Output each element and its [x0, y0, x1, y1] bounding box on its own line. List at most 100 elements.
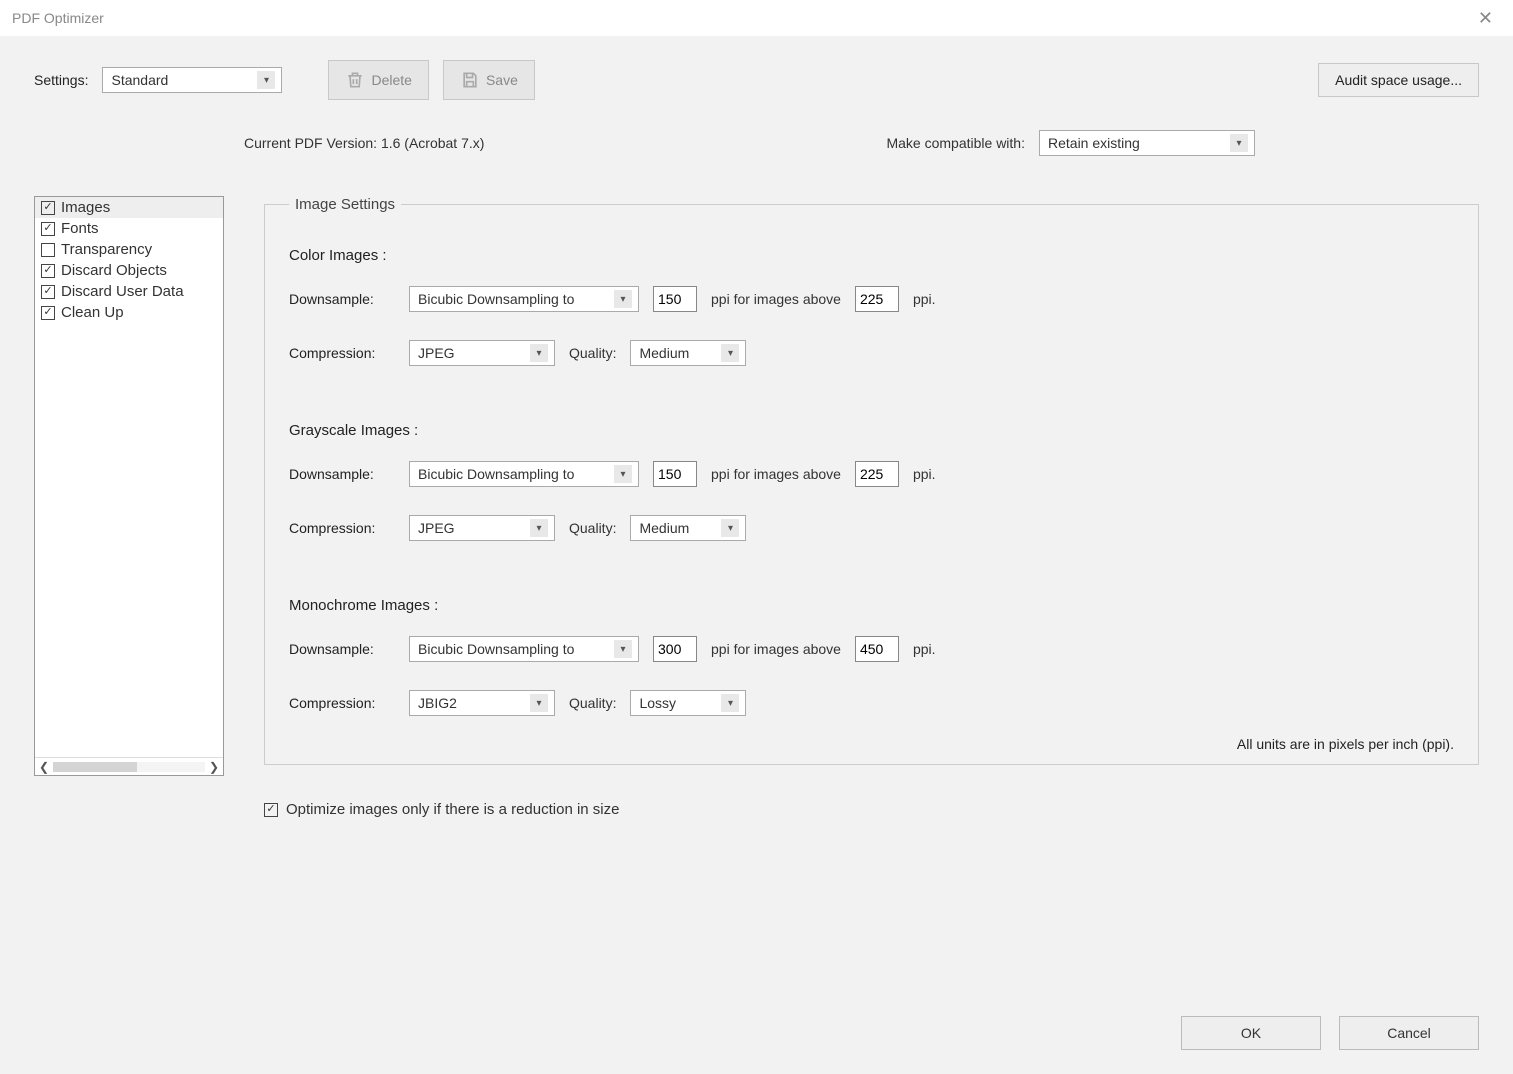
chevron-down-icon: ▾ [721, 694, 739, 712]
sidebar-item-images[interactable]: ✓ Images [35, 197, 223, 218]
version-row: Current PDF Version: 1.6 (Acrobat 7.x) M… [34, 130, 1479, 156]
ppi-unit: ppi. [913, 641, 936, 657]
cancel-button[interactable]: Cancel [1339, 1016, 1479, 1050]
mono-compression-row: Compression: JBIG2 ▾ Quality: Lossy ▾ [289, 690, 1454, 716]
downsample-label: Downsample: [289, 641, 395, 657]
close-icon[interactable]: ✕ [1470, 4, 1501, 33]
settings-row: Settings: Standard ▾ Delete Save Audit s… [34, 60, 1479, 100]
audit-label: Audit space usage... [1335, 72, 1462, 88]
chevron-down-icon: ▾ [530, 519, 548, 537]
sidebar-item-label: Clean Up [61, 304, 124, 321]
gray-ppi-input[interactable] [653, 461, 697, 487]
scroll-track[interactable] [53, 762, 205, 772]
scroll-thumb[interactable] [53, 762, 137, 772]
compat-value: Retain existing [1048, 135, 1140, 151]
settings-select[interactable]: Standard ▾ [102, 67, 282, 93]
gray-downsample-select[interactable]: Bicubic Downsampling to ▾ [409, 461, 639, 487]
mono-ppi-input[interactable] [653, 636, 697, 662]
audit-space-button[interactable]: Audit space usage... [1318, 63, 1479, 97]
sidebar-item-clean-up[interactable]: ✓ Clean Up [35, 302, 223, 323]
gray-downsample-row: Downsample: Bicubic Downsampling to ▾ pp… [289, 461, 1454, 487]
delete-label: Delete [371, 72, 411, 88]
gray-above-input[interactable] [855, 461, 899, 487]
sidebar-item-transparency[interactable]: Transparency [35, 239, 223, 260]
color-downsample-select[interactable]: Bicubic Downsampling to ▾ [409, 286, 639, 312]
above-label: ppi for images above [711, 641, 841, 657]
checkbox[interactable]: ✓ [41, 306, 55, 320]
checkbox[interactable] [41, 243, 55, 257]
optimize-checkbox[interactable]: ✓ [264, 803, 278, 817]
mono-heading: Monochrome Images : [289, 597, 1454, 614]
titlebar: PDF Optimizer ✕ [0, 0, 1513, 36]
optimize-only-if-reduction-row: ✓ Optimize images only if there is a red… [264, 801, 1479, 818]
gray-quality-select[interactable]: Medium ▾ [630, 515, 746, 541]
ppi-unit: ppi. [913, 466, 936, 482]
mono-downsample-row: Downsample: Bicubic Downsampling to ▾ pp… [289, 636, 1454, 662]
sidebar-item-discard-user-data[interactable]: ✓ Discard User Data [35, 281, 223, 302]
main-panel: Image Settings Color Images : Downsample… [264, 196, 1479, 818]
color-downsample-row: Downsample: Bicubic Downsampling to ▾ pp… [289, 286, 1454, 312]
panel-legend: Image Settings [289, 196, 401, 213]
color-above-input[interactable] [855, 286, 899, 312]
color-compression-row: Compression: JPEG ▾ Quality: Medium ▾ [289, 340, 1454, 366]
compression-label: Compression: [289, 695, 395, 711]
window-title: PDF Optimizer [12, 10, 104, 26]
compat-label: Make compatible with: [886, 135, 1025, 151]
chevron-down-icon: ▾ [721, 344, 739, 362]
color-compression-select[interactable]: JPEG ▾ [409, 340, 555, 366]
mono-downsample-select[interactable]: Bicubic Downsampling to ▾ [409, 636, 639, 662]
save-label: Save [486, 72, 518, 88]
sidebar-item-label: Transparency [61, 241, 152, 258]
dialog-footer: OK Cancel [1181, 1016, 1479, 1050]
checkbox[interactable]: ✓ [41, 201, 55, 215]
checkbox[interactable]: ✓ [41, 222, 55, 236]
sidebar-item-label: Images [61, 199, 110, 216]
category-list: ✓ Images ✓ Fonts Transparency ✓ Discard Object… [35, 197, 223, 757]
quality-label: Quality: [569, 345, 616, 361]
sidebar-item-discard-objects[interactable]: ✓ Discard Objects [35, 260, 223, 281]
compression-label: Compression: [289, 345, 395, 361]
settings-label: Settings: [34, 72, 88, 88]
chevron-down-icon: ▾ [530, 344, 548, 362]
mono-above-input[interactable] [855, 636, 899, 662]
sidebar-item-fonts[interactable]: ✓ Fonts [35, 218, 223, 239]
gray-compression-select[interactable]: JPEG ▾ [409, 515, 555, 541]
sidebar-item-label: Discard Objects [61, 262, 167, 279]
save-button[interactable]: Save [443, 60, 535, 100]
chevron-down-icon: ▾ [1230, 134, 1248, 152]
mono-quality-select[interactable]: Lossy ▾ [630, 690, 746, 716]
checkbox[interactable]: ✓ [41, 285, 55, 299]
current-version-text: Current PDF Version: 1.6 (Acrobat 7.x) [244, 135, 484, 151]
gray-heading: Grayscale Images : [289, 422, 1454, 439]
color-ppi-input[interactable] [653, 286, 697, 312]
sidebar-item-label: Discard User Data [61, 283, 184, 300]
sidebar-item-label: Fonts [61, 220, 99, 237]
chevron-down-icon: ▾ [721, 519, 739, 537]
trash-icon [345, 70, 365, 90]
scroll-left-icon[interactable]: ❮ [39, 760, 49, 774]
scroll-right-icon[interactable]: ❯ [209, 760, 219, 774]
gray-compression-row: Compression: JPEG ▾ Quality: Medium ▾ [289, 515, 1454, 541]
quality-label: Quality: [569, 695, 616, 711]
content-area: ✓ Images ✓ Fonts Transparency ✓ Discard Object… [34, 196, 1479, 818]
color-quality-select[interactable]: Medium ▾ [630, 340, 746, 366]
chevron-down-icon: ▾ [614, 465, 632, 483]
ok-button[interactable]: OK [1181, 1016, 1321, 1050]
color-heading: Color Images : [289, 247, 1454, 264]
mono-compression-select[interactable]: JBIG2 ▾ [409, 690, 555, 716]
compression-label: Compression: [289, 520, 395, 536]
checkbox[interactable]: ✓ [41, 264, 55, 278]
chevron-down-icon: ▾ [530, 694, 548, 712]
quality-label: Quality: [569, 520, 616, 536]
downsample-label: Downsample: [289, 291, 395, 307]
compat-select[interactable]: Retain existing ▾ [1039, 130, 1255, 156]
above-label: ppi for images above [711, 291, 841, 307]
sidebar-scrollbar[interactable]: ❮ ❯ [35, 757, 223, 775]
image-settings-fieldset: Image Settings Color Images : Downsample… [264, 196, 1479, 765]
delete-button[interactable]: Delete [328, 60, 428, 100]
category-sidebar: ✓ Images ✓ Fonts Transparency ✓ Discard Object… [34, 196, 224, 776]
ppi-unit: ppi. [913, 291, 936, 307]
units-note: All units are in pixels per inch (ppi). [289, 736, 1454, 752]
optimize-checkbox-label: Optimize images only if there is a reduc… [286, 801, 619, 818]
above-label: ppi for images above [711, 466, 841, 482]
